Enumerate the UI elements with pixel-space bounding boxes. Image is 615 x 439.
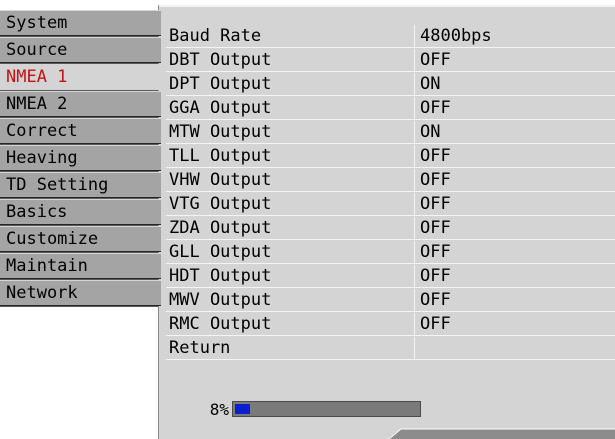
setting-value: OFF xyxy=(420,146,451,166)
column-divider xyxy=(414,313,415,335)
setting-value: ON xyxy=(420,122,441,142)
column-divider xyxy=(414,73,415,95)
setting-value: OFF xyxy=(420,194,451,214)
column-divider xyxy=(414,121,415,143)
column-divider xyxy=(414,145,415,167)
menu-item-nmea-1[interactable]: NMEA 1 xyxy=(0,64,161,90)
setting-label: ZDA Output xyxy=(169,218,272,238)
setting-row-dpt-output[interactable]: DPT Output ON xyxy=(166,73,615,96)
setting-label: TLL Output xyxy=(169,146,272,166)
menu-item-maintain[interactable]: Maintain xyxy=(0,253,161,279)
setting-value: OFF xyxy=(420,218,451,238)
menu-item-basics[interactable]: Basics xyxy=(0,199,161,225)
column-divider xyxy=(414,337,415,359)
return-label: Return xyxy=(169,338,231,358)
setting-label: MWV Output xyxy=(169,290,272,310)
menu-item-td-setting[interactable]: TD Setting xyxy=(0,172,161,198)
column-divider xyxy=(414,49,415,71)
setting-value: OFF xyxy=(420,290,451,310)
setting-row-vtg-output[interactable]: VTG Output OFF xyxy=(166,193,615,216)
panel-top-edge xyxy=(159,5,615,7)
column-divider xyxy=(414,217,415,239)
column-divider xyxy=(414,241,415,263)
column-divider xyxy=(414,289,415,311)
return-button[interactable]: Return xyxy=(166,337,615,360)
menu-item-customize[interactable]: Customize xyxy=(0,226,161,252)
menu-item-source[interactable]: Source xyxy=(0,37,161,63)
progress-bar xyxy=(232,401,421,417)
setting-value: OFF xyxy=(420,50,451,70)
setting-label: RMC Output xyxy=(169,314,272,334)
footer-tab-shape xyxy=(388,428,615,439)
setting-label: GGA Output xyxy=(169,98,272,118)
setting-row-baud-rate[interactable]: Baud Rate 4800bps xyxy=(166,25,615,48)
setting-value: OFF xyxy=(420,266,451,286)
progress-indicator: 8% xyxy=(166,398,421,421)
setting-value: OFF xyxy=(420,314,451,334)
menu-item-nmea-2[interactable]: NMEA 2 xyxy=(0,91,161,117)
column-divider xyxy=(414,193,415,215)
setting-row-hdt-output[interactable]: HDT Output OFF xyxy=(166,265,615,288)
setting-row-gll-output[interactable]: GLL Output OFF xyxy=(166,241,615,264)
progress-percent: 8% xyxy=(209,400,229,419)
menu-item-heaving[interactable]: Heaving xyxy=(0,145,161,171)
setting-value: OFF xyxy=(420,98,451,118)
setting-label: GLL Output xyxy=(169,242,272,262)
side-menu: System Source NMEA 1 NMEA 2 Correct Heav… xyxy=(0,10,161,307)
column-divider xyxy=(414,97,415,119)
setting-row-mtw-output[interactable]: MTW Output ON xyxy=(166,121,615,144)
column-divider xyxy=(414,169,415,191)
setting-label: DBT Output xyxy=(169,50,272,70)
setting-value: OFF xyxy=(420,170,451,190)
progress-bar-fill xyxy=(235,404,250,414)
setting-label: MTW Output xyxy=(169,122,272,142)
setting-label: DPT Output xyxy=(169,74,272,94)
setting-row-zda-output[interactable]: ZDA Output OFF xyxy=(166,217,615,240)
setting-label: VTG Output xyxy=(169,194,272,214)
menu-item-network[interactable]: Network xyxy=(0,280,161,306)
setting-row-rmc-output[interactable]: RMC Output OFF xyxy=(166,313,615,336)
setting-value: 4800bps xyxy=(420,26,492,46)
menu-item-correct[interactable]: Correct xyxy=(0,118,161,144)
setting-row-gga-output[interactable]: GGA Output OFF xyxy=(166,97,615,120)
setting-label: VHW Output xyxy=(169,170,272,190)
menu-item-system[interactable]: System xyxy=(0,10,161,36)
settings-panel: Baud Rate 4800bps DBT Output OFF DPT Out… xyxy=(158,5,615,439)
setting-value: OFF xyxy=(420,242,451,262)
setting-label: HDT Output xyxy=(169,266,272,286)
setting-label: Baud Rate xyxy=(169,26,262,46)
column-divider xyxy=(414,25,415,47)
setting-row-mwv-output[interactable]: MWV Output OFF xyxy=(166,289,615,312)
setting-row-dbt-output[interactable]: DBT Output OFF xyxy=(166,49,615,72)
setting-row-tll-output[interactable]: TLL Output OFF xyxy=(166,145,615,168)
setting-row-vhw-output[interactable]: VHW Output OFF xyxy=(166,169,615,192)
setting-value: ON xyxy=(420,74,441,94)
column-divider xyxy=(414,265,415,287)
